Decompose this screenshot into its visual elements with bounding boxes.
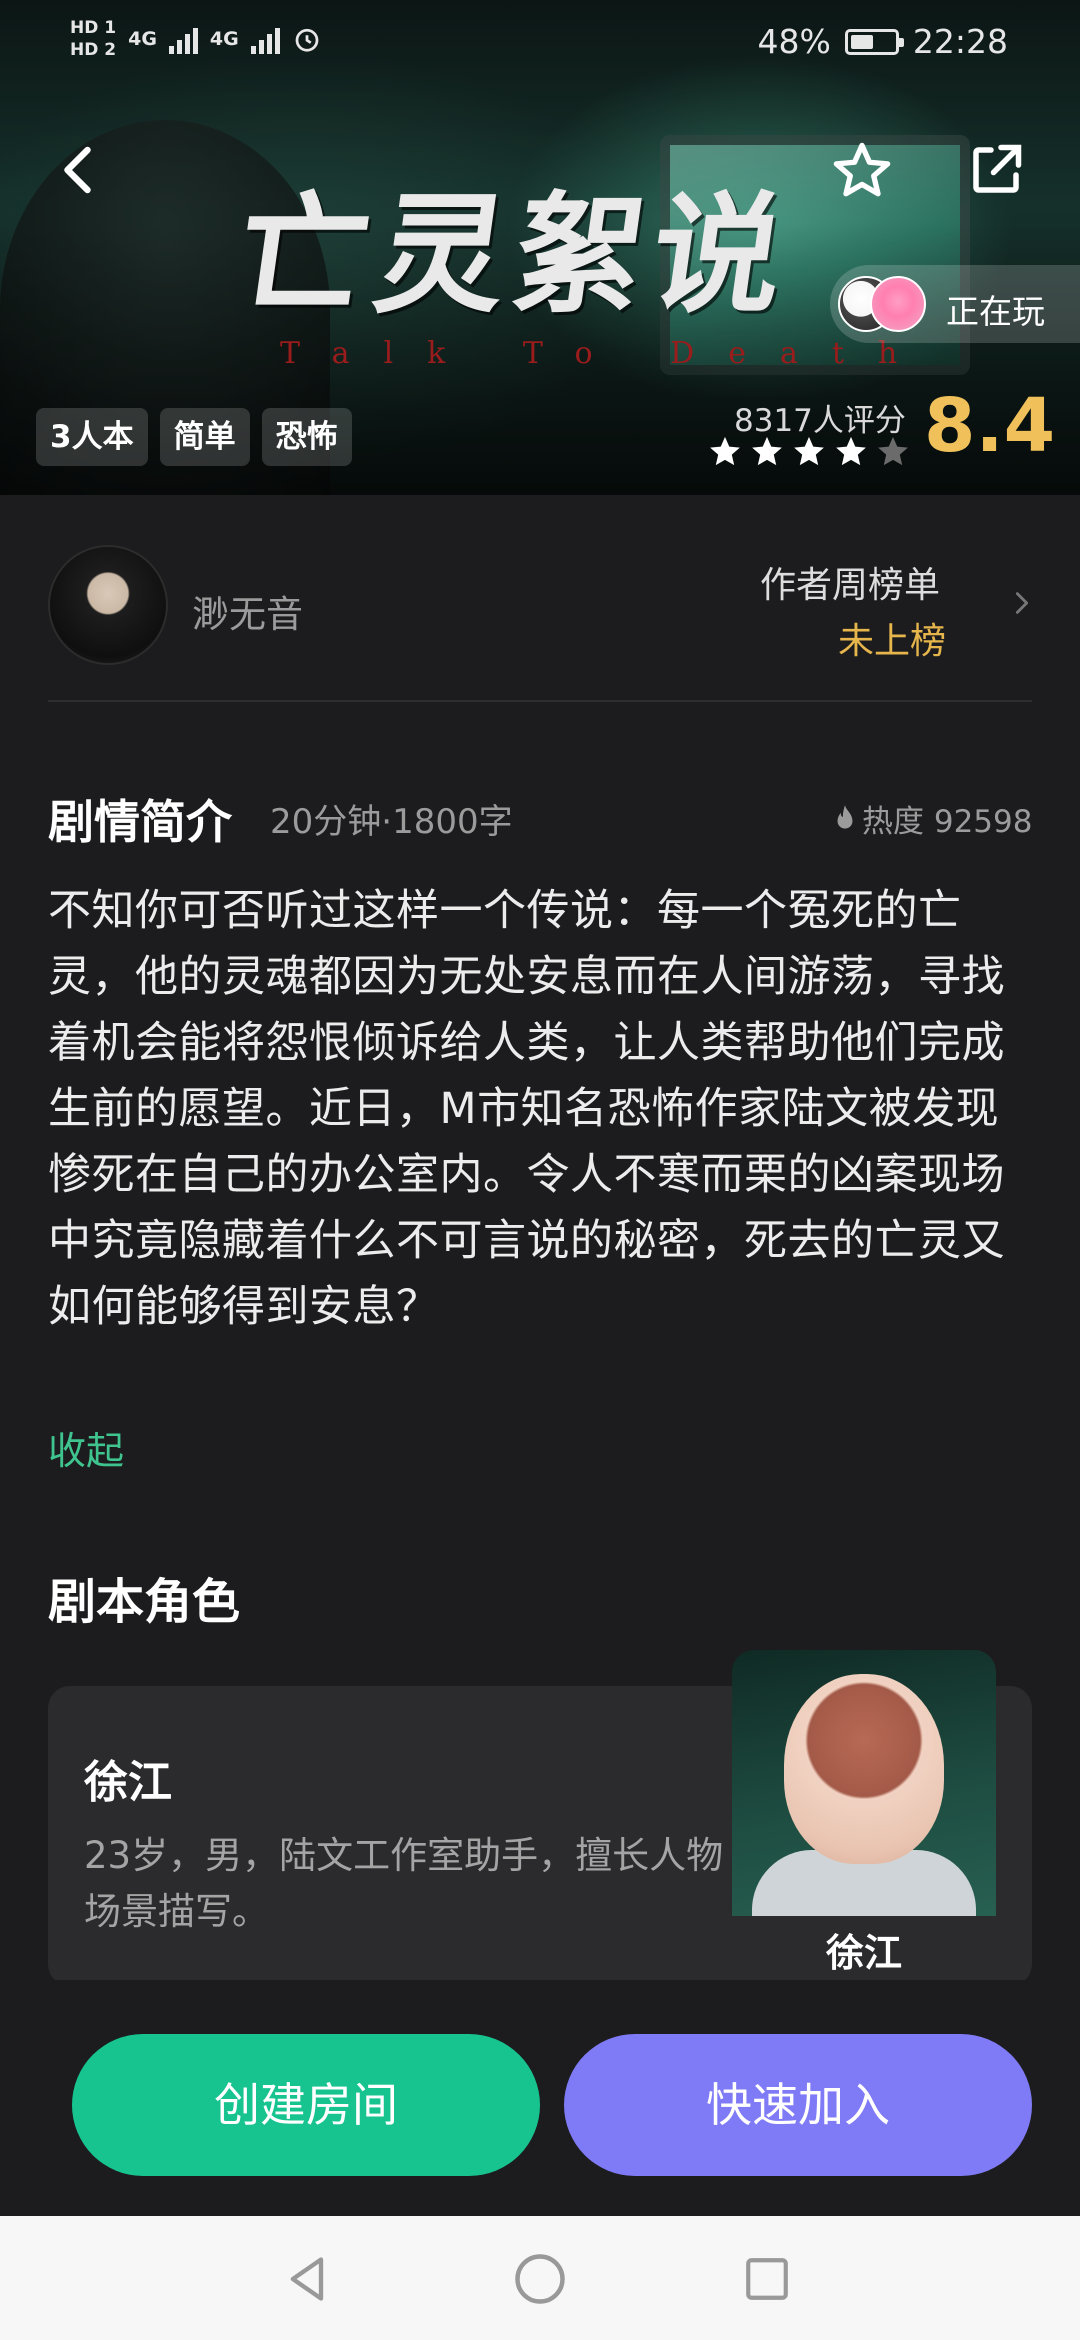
player-avatar xyxy=(870,276,926,332)
role-description: 23岁，男，陆文工作室助手，擅长人物场景描写。 xyxy=(84,1834,724,1933)
flame-icon xyxy=(837,804,853,829)
alarm-icon xyxy=(295,28,319,52)
battery-icon xyxy=(844,28,904,55)
share-icon[interactable] xyxy=(966,140,1026,200)
author-avatar[interactable] xyxy=(48,545,168,665)
nav-back-icon[interactable] xyxy=(282,2252,334,2306)
quick-join-button[interactable]: 快速加入 xyxy=(564,2034,1032,2176)
signal-icon xyxy=(168,24,198,54)
tag-player-count: 3人本 xyxy=(36,408,148,466)
synopsis-body: 不知你可否听过这样一个传说：每一个冤死的亡灵，他的灵魂都因为无处安息而在人间游荡… xyxy=(48,886,1005,1332)
script-subtitle: Talk To Death xyxy=(280,336,932,371)
nav-home-icon[interactable] xyxy=(513,2252,567,2306)
nav-recents-icon[interactable] xyxy=(742,2254,792,2304)
star-filled-icon xyxy=(794,436,824,466)
role-portrait-label: 徐江 xyxy=(732,1916,996,1990)
roles-heading: 剧本角色 xyxy=(48,1574,241,1630)
heat-indicator: 热度 92598 xyxy=(832,796,1032,841)
network-type: 4G xyxy=(128,28,157,50)
synopsis-meta: 20分钟·1800字 xyxy=(270,802,513,842)
create-room-button[interactable]: 创建房间 xyxy=(72,2034,540,2176)
system-nav-bar xyxy=(0,2216,1080,2340)
rating-score: 8.4 xyxy=(924,383,1056,469)
battery-percent: 48% xyxy=(757,22,831,61)
portrait-face xyxy=(784,1674,944,1864)
heat-value: 热度 92598 xyxy=(862,804,1033,840)
author-name[interactable]: 渺无音 xyxy=(192,584,303,638)
tag-genre: 恐怖 xyxy=(261,408,352,466)
tag-difficulty: 简单 xyxy=(159,408,250,466)
status-bar: HD 1 HD 2 4G 4G 48% 22:28 xyxy=(0,0,1080,90)
clock: 22:28 xyxy=(912,22,1008,61)
star-filled-icon xyxy=(710,436,740,466)
back-icon[interactable] xyxy=(50,140,110,200)
script-title: 亡灵絮说 xyxy=(227,178,802,331)
star-empty-icon xyxy=(878,436,908,466)
rating-stars xyxy=(708,434,910,468)
sim-indicator: HD 1 HD 2 xyxy=(70,18,117,60)
role-portrait[interactable]: 徐江 xyxy=(732,1650,996,1990)
now-playing-button[interactable]: 正在玩 xyxy=(830,265,1080,343)
star-filled-icon xyxy=(752,436,782,466)
author-rank-value[interactable]: 未上榜 xyxy=(838,612,946,664)
star-filled-icon xyxy=(836,436,866,466)
signal-icon xyxy=(250,24,280,54)
favorite-star-icon[interactable] xyxy=(830,138,894,202)
author-rank-title[interactable]: 作者周榜单 xyxy=(760,556,940,608)
collapse-link[interactable]: 收起 xyxy=(48,1420,124,1475)
tag-list: 3人本 简单 恐怖 xyxy=(36,408,352,466)
synopsis-heading: 剧情简介 xyxy=(48,795,232,849)
role-name: 徐江 xyxy=(84,1757,172,1808)
chevron-right-icon[interactable] xyxy=(1008,586,1036,620)
network-type: 4G xyxy=(209,28,239,50)
divider xyxy=(48,700,1032,702)
now-playing-label: 正在玩 xyxy=(946,292,1045,331)
